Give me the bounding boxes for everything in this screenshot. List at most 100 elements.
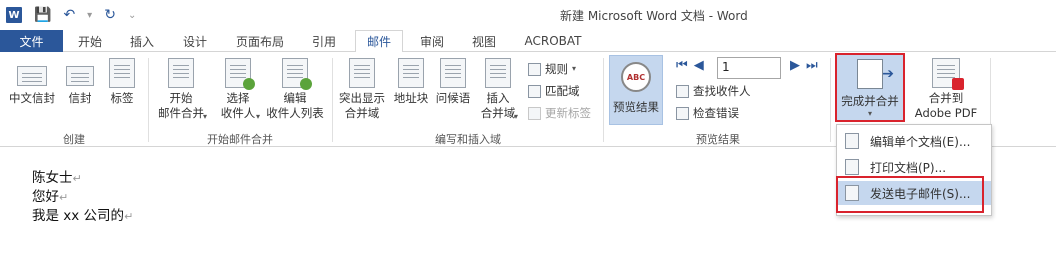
group-label-preview: 预览结果	[696, 133, 740, 146]
chevron-down-icon[interactable]: ▾	[256, 112, 260, 122]
ribbon-tabs: 文件 开始 插入 设计 页面布局 引用 邮件 审阅 视图 ACROBAT	[0, 30, 1056, 53]
adobe-pdf-icon	[932, 58, 964, 90]
document-line: 我是 xx 公司的↵	[32, 208, 134, 224]
select-recipients-icon	[225, 58, 255, 90]
update-labels-button[interactable]: 更新标签	[528, 104, 591, 122]
find-recipient-icon	[676, 84, 689, 98]
chinese-envelope-button[interactable]: 中文信封	[6, 58, 58, 106]
print-icon	[845, 159, 859, 175]
insert-merge-field-icon	[485, 58, 511, 88]
last-record-icon[interactable]: ⏭	[806, 58, 818, 73]
group-label-create: 创建	[63, 133, 85, 146]
chevron-down-icon[interactable]: ▾	[514, 112, 518, 122]
find-recipient-label: 查找收件人	[693, 84, 751, 98]
first-record-icon[interactable]: ⏮	[676, 58, 688, 73]
greeting-label: 问候语	[435, 91, 471, 105]
chinese-envelope-icon	[17, 66, 47, 87]
envelope-icon	[66, 66, 94, 87]
highlight-box-send-email	[836, 176, 984, 213]
match-fields-icon	[528, 84, 541, 98]
highlight-line1: 突出显示	[339, 91, 385, 105]
envelope-button[interactable]: 信封	[62, 58, 98, 106]
merge-to-line2: Adobe PDF	[914, 106, 978, 120]
highlight-line2: 合并域	[344, 106, 380, 120]
tab-review[interactable]: 审阅	[412, 30, 452, 52]
start-mail-merge-icon	[168, 58, 194, 88]
select-recipients-line2: 收件人	[220, 106, 256, 120]
match-fields-label: 匹配域	[545, 84, 580, 98]
record-number-input[interactable]: 1	[717, 57, 781, 79]
record-navigation-right: ▶ ⏭	[790, 58, 818, 73]
menu-item-label: 打印文档(P)...	[870, 160, 947, 175]
previous-record-icon[interactable]: ◀	[694, 58, 704, 73]
tab-file[interactable]: 文件	[0, 30, 63, 52]
rules-icon	[528, 62, 541, 76]
preview-results-icon: ABC	[621, 62, 651, 92]
edit-recipients-line2: 收件人列表	[266, 106, 324, 120]
insert-field-line2: 合并域	[480, 106, 516, 120]
group-divider	[603, 58, 604, 142]
address-block-icon	[398, 58, 424, 88]
customize-icon[interactable]: ⌄	[128, 10, 136, 21]
quick-access-toolbar: W 💾 ↶ ▾ ↻ ⌄	[6, 5, 136, 25]
select-recipients-line1: 选择	[226, 91, 250, 105]
start-merge-line2: 邮件合并	[158, 106, 204, 120]
tab-acrobat[interactable]: ACROBAT	[518, 30, 588, 52]
tab-design[interactable]: 设计	[175, 30, 215, 52]
tab-references[interactable]: 引用	[304, 30, 344, 52]
highlight-box-finish	[835, 53, 905, 122]
chevron-down-icon[interactable]: ▾	[203, 112, 207, 122]
tab-home[interactable]: 开始	[70, 30, 110, 52]
title-bar: W 💾 ↶ ▾ ↻ ⌄ 新建 Microsoft Word 文档 - Word	[0, 0, 1056, 30]
labels-icon	[109, 58, 135, 88]
tab-mailings[interactable]: 邮件	[355, 30, 403, 53]
check-errors-button[interactable]: 检查错误	[676, 104, 739, 122]
group-divider	[830, 58, 831, 142]
address-block-label: 地址块	[393, 91, 429, 105]
tab-layout[interactable]: 页面布局	[228, 30, 292, 52]
update-labels-label: 更新标签	[545, 106, 591, 120]
group-label-start-merge: 开始邮件合并	[207, 133, 273, 146]
edit-document-icon	[845, 133, 859, 149]
rules-button[interactable]: 规则 ▾	[528, 60, 576, 78]
group-divider	[148, 58, 149, 142]
greeting-line-icon	[440, 58, 466, 88]
window-title: 新建 Microsoft Word 文档 - Word	[560, 9, 748, 23]
group-divider	[332, 58, 333, 142]
labels-label: 标签	[110, 91, 134, 105]
start-merge-line1: 开始	[169, 91, 193, 105]
check-errors-icon	[676, 106, 689, 120]
preview-results-label: 预览结果	[613, 100, 659, 114]
highlight-merge-fields-button[interactable]: 突出显示 合并域	[336, 58, 388, 121]
highlight-merge-fields-icon	[349, 58, 375, 88]
chevron-down-icon: ▾	[572, 64, 577, 73]
record-navigation-left: ⏮ ◀	[676, 58, 704, 73]
chinese-envelope-label: 中文信封	[9, 91, 55, 105]
tab-view[interactable]: 视图	[464, 30, 504, 52]
next-record-icon[interactable]: ▶	[790, 58, 800, 73]
start-mail-merge-button[interactable]: 开始 邮件合并	[152, 58, 210, 121]
find-recipient-button[interactable]: 查找收件人	[676, 82, 751, 100]
check-errors-label: 检查错误	[693, 106, 739, 120]
merge-to-pdf-button[interactable]: 合并到 Adobe PDF	[908, 58, 984, 121]
menu-item-label: 编辑单个文档(E)...	[870, 134, 971, 149]
undo-dropdown-icon[interactable]: ▾	[87, 10, 92, 21]
insert-field-line1: 插入	[486, 91, 510, 105]
redo-icon[interactable]: ↻	[104, 7, 116, 23]
address-block-button[interactable]: 地址块	[390, 58, 432, 106]
match-fields-button[interactable]: 匹配域	[528, 82, 580, 100]
envelope-label: 信封	[68, 91, 92, 105]
document-line: 您好↵	[32, 189, 69, 205]
menu-edit-individual-documents[interactable]: 编辑单个文档(E)...	[837, 129, 991, 153]
undo-icon[interactable]: ↶	[63, 7, 75, 23]
rules-label: 规则	[545, 62, 568, 76]
save-icon[interactable]: 💾	[34, 7, 51, 23]
preview-results-button[interactable]: ABC 预览结果	[609, 55, 663, 125]
greeting-line-button[interactable]: 问候语	[432, 58, 474, 106]
document-line: 陈女士↵	[32, 170, 82, 186]
labels-button[interactable]: 标签	[104, 58, 140, 106]
tab-insert[interactable]: 插入	[122, 30, 162, 52]
edit-recipient-list-button[interactable]: 编辑 收件人列表	[264, 58, 326, 121]
edit-recipients-line1: 编辑	[283, 91, 307, 105]
edit-recipient-list-icon	[282, 58, 312, 90]
